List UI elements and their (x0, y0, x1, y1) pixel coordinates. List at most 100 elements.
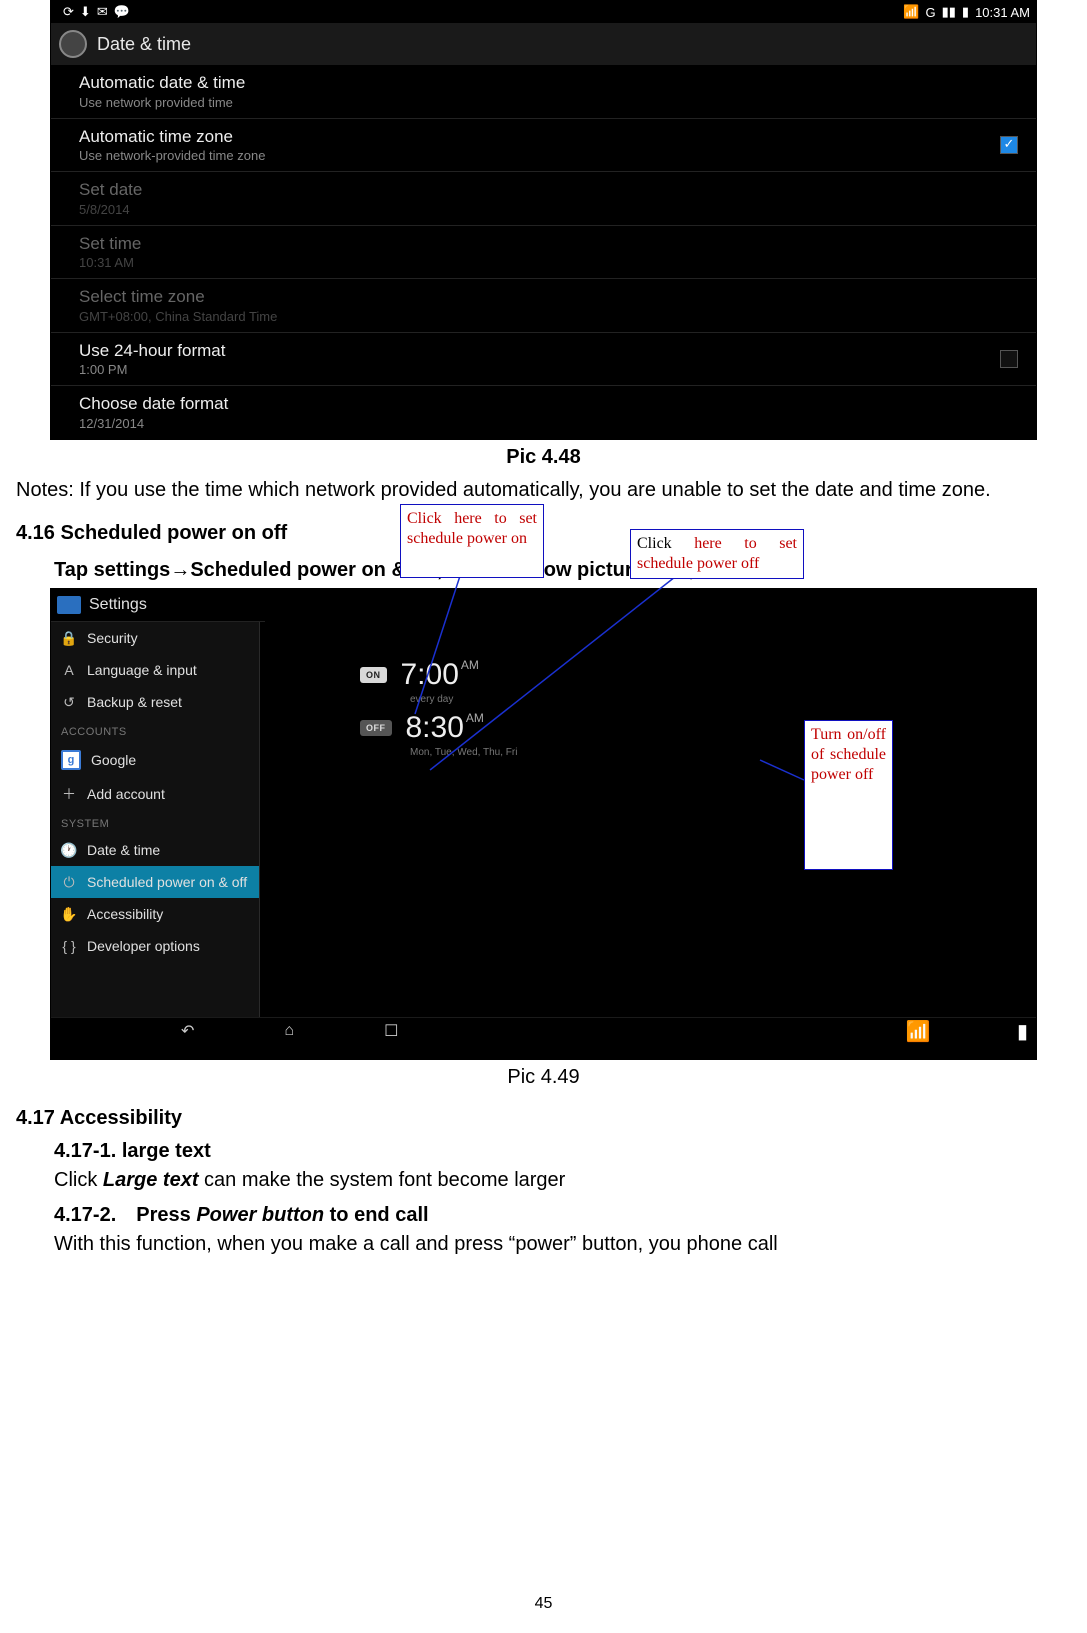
sidebar-item-label: Backup & reset (87, 694, 182, 710)
text-content-2: 4.17 Accessibility 4.17-1. large text Cl… (0, 1107, 1087, 1258)
sidebar-item-datetime[interactable]: 🕐 Date & time (51, 834, 259, 866)
schedule-days-off: Mon, Tue, Wed, Thu, Fri (410, 747, 1036, 758)
row-sub: Use network provided time (79, 95, 1020, 110)
heading-417: 4.17 Accessibility (16, 1107, 1071, 1130)
row-set-date: Set date 5/8/2014 (51, 172, 1036, 226)
schedule-row-on[interactable]: ON 7:00AM (260, 652, 1036, 698)
body-4171: Click Large text can make the system fon… (54, 1167, 1071, 1194)
schedule-row-off[interactable]: OFF 8:30AM (260, 705, 1036, 751)
subheading-4171: 4.17-1. large text (54, 1140, 1071, 1163)
row-sub: 5/8/2014 (79, 202, 1020, 217)
sidebar-item-google[interactable]: g Google (51, 742, 259, 778)
sidebar-item-backup[interactable]: ↺ Backup & reset (51, 686, 259, 718)
braces-icon: { } (61, 938, 77, 954)
tap-line: Tap settings→Scheduled power on & off, s… (54, 559, 1071, 582)
row-date-format[interactable]: Choose date format 12/31/2014 (51, 386, 1036, 440)
sidebar-item-label: Security (87, 630, 138, 646)
checkbox-icon[interactable] (1000, 350, 1018, 368)
row-sub: 1:00 PM (79, 362, 1020, 377)
backup-icon: ↺ (61, 694, 77, 710)
row-set-time: Set time 10:31 AM (51, 226, 1036, 280)
plus-icon: ＋ (61, 786, 77, 802)
battery-icon: ▮ (962, 4, 969, 20)
row-sub: 12/31/2014 (79, 416, 1020, 431)
settings-screen-title: Date & time (97, 34, 191, 55)
annotation-toggle-text: Turn on/off of schedule power off (811, 726, 886, 783)
sidebar-item-developer[interactable]: { } Developer options (51, 930, 259, 962)
battery-icon: ▮ (1017, 1019, 1028, 1044)
sidebar-item-label: Date & time (87, 842, 160, 858)
on-pill[interactable]: ON (360, 667, 387, 683)
sidebar-item-add-account[interactable]: ＋ Add account (51, 778, 259, 810)
sidebar-item-label: Developer options (87, 938, 200, 954)
off-pill[interactable]: OFF (360, 720, 392, 736)
figure-caption-449: Pic 4.49 (0, 1066, 1087, 1089)
arrow-icon: → (170, 559, 190, 581)
row-auto-tz[interactable]: Automatic time zone Use network-provided… (51, 119, 1036, 173)
lock-icon: 🔒 (61, 630, 77, 646)
row-select-tz: Select time zone GMT+08:00, China Standa… (51, 279, 1036, 333)
sidebar-item-label: Accessibility (87, 906, 163, 922)
row-sub: 10:31 AM (79, 255, 1020, 270)
sidebar-item-language[interactable]: A Language & input (51, 654, 259, 686)
wait-cursor-icon: ⟳ (63, 4, 74, 20)
chat-icon: 💬 (114, 4, 130, 20)
figure-caption-448: Pic 4.48 (0, 446, 1087, 469)
sidebar-item-label: Add account (87, 786, 165, 802)
settings-sidebar: 🔒 Security A Language & input ↺ Backup & re… (51, 622, 260, 1017)
row-title: Automatic time zone (79, 127, 1020, 147)
subheading-4172: 4.17-2. Press Power button to end call (54, 1204, 1071, 1227)
sidebar-cat-accounts: ACCOUNTS (51, 718, 259, 742)
checkbox-icon[interactable] (1000, 136, 1018, 154)
download-icon: ⬇ (80, 4, 91, 20)
schedule-days-on: every day (410, 694, 1036, 705)
language-icon: A (61, 662, 77, 678)
home-icon[interactable]: ⌂ (284, 1022, 294, 1040)
notes-paragraph: Notes: If you use the time which network… (16, 477, 1071, 504)
signal-icon: ▮▮ (942, 4, 956, 20)
row-title: Choose date format (79, 394, 1020, 414)
em-power-button: Power button (196, 1204, 324, 1226)
row-sub: GMT+08:00, China Standard Time (79, 309, 1020, 324)
power-icon: ⏻ (61, 874, 77, 890)
wifi-icon: 📶 (903, 4, 919, 20)
gear-icon (59, 30, 87, 58)
signal-icon: 📶 (906, 1019, 931, 1044)
sidebar-item-security[interactable]: 🔒 Security (51, 622, 259, 654)
schedule-time-on: 7:00AM (401, 658, 479, 692)
settings-title-bar: Date & time (51, 23, 1036, 65)
row-auto-date[interactable]: Automatic date & time Use network provid… (51, 65, 1036, 119)
annotation-power-on-text: Click here to set schedule power on (407, 510, 537, 547)
body-4172: With this function, when you make a call… (54, 1231, 1071, 1258)
settings-mini-icon (57, 596, 81, 614)
status-bar: ⟳ ⬇ ✉ 💬 📶 G ▮▮ ▮ 10:31 AM (51, 1, 1036, 23)
sidebar-item-accessibility[interactable]: ✋ Accessibility (51, 898, 259, 930)
back-icon[interactable]: ↶ (181, 1021, 194, 1041)
mail-icon: ✉ (97, 4, 108, 20)
schedule-time-off: 8:30AM (406, 711, 484, 745)
sidebar-item-label: Google (91, 752, 136, 768)
page-number: 45 (0, 1595, 1087, 1613)
row-title: Select time zone (79, 287, 1020, 307)
hand-icon: ✋ (61, 906, 77, 922)
google-icon: g (61, 750, 81, 770)
clock-icon: 🕐 (61, 842, 77, 858)
annotation-power-off: Click here to set schedule power off (630, 529, 804, 579)
row-title: Use 24-hour format (79, 341, 1020, 361)
sidebar-item-scheduled[interactable]: ⏻ Scheduled power on & off (51, 866, 259, 898)
scheduled-main: ON 7:00AM every day OFF 8:30AM Mon, Tue,… (260, 622, 1036, 1017)
sidebar-cat-system: SYSTEM (51, 810, 259, 834)
annotation-power-off-black: Click (637, 535, 694, 552)
annotation-power-on: Click here to set schedule power on (400, 504, 544, 578)
document-page: Click here to set schedule power on Clic… (0, 0, 1087, 1633)
status-time-2: 2:07 PM (937, 1020, 1011, 1043)
sidebar-item-label: Scheduled power on & off (87, 874, 247, 890)
row-24h[interactable]: Use 24-hour format 1:00 PM (51, 333, 1036, 387)
screenshot-date-time: ⟳ ⬇ ✉ 💬 📶 G ▮▮ ▮ 10:31 AM Date & time Au… (50, 0, 1037, 440)
nav-bar-2: ↶ ⌂ ☐ 📶 2:07 PM ▮ (51, 1017, 1036, 1044)
row-title: Set time (79, 234, 1020, 254)
sidebar-item-label: Language & input (87, 662, 197, 678)
em-large-text: Large text (103, 1169, 199, 1191)
status-time: 10:31 AM (975, 5, 1030, 20)
recent-icon[interactable]: ☐ (384, 1021, 398, 1041)
